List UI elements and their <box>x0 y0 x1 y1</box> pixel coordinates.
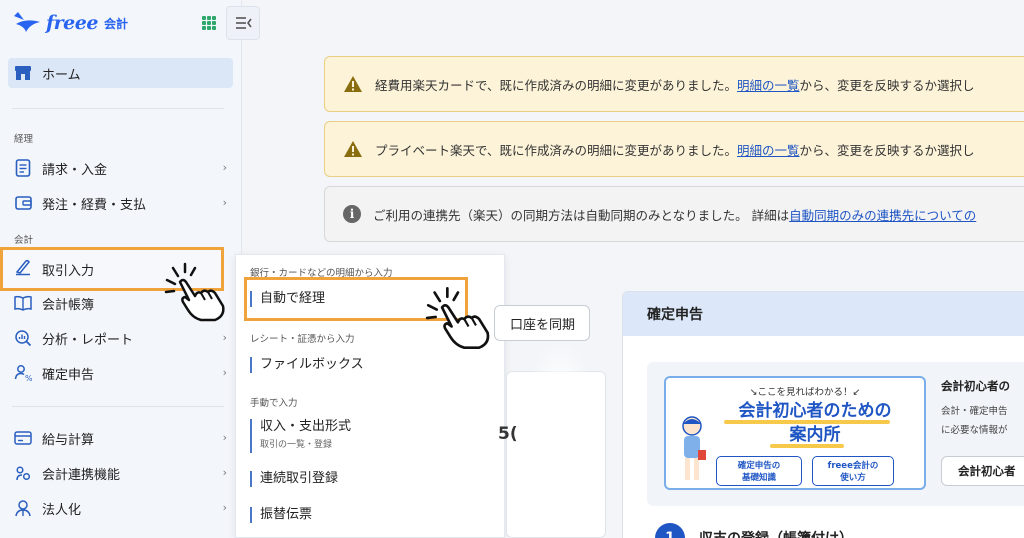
flyout-item-auto[interactable]: 自動で経理 <box>250 291 325 307</box>
beginner-description: 会計・確定申告 に必要な情報が <box>941 406 1008 436</box>
flyout-item-income-label: 収入・支出形式 <box>260 419 352 434</box>
analysis-icon <box>14 329 32 347</box>
sidebar-divider <box>12 406 224 407</box>
sidebar-item-label: 取引入力 <box>42 263 95 279</box>
beginner-guide-button[interactable]: 会計初心者 <box>941 456 1024 486</box>
section-label-kaikei: 会計 <box>14 235 34 246</box>
info-notice: i ご利用の連携先（楽天）の同期方法は自動同期のみとなりました。 詳細は自動同期… <box>324 186 1024 242</box>
banner-underline <box>770 444 844 448</box>
bird-logo-icon <box>14 12 40 32</box>
sidebar-item-label: 会計連携機能 <box>42 467 121 483</box>
sidebar-item-incorporation[interactable]: 法人化 › <box>8 494 233 522</box>
sidebar-item-purchase[interactable]: 発注・経費・支払 › <box>8 189 233 217</box>
card-icon <box>14 429 32 447</box>
wallet-icon <box>14 194 32 212</box>
notice-text: 経費用楽天カードで、既に作成済みの明細に変更がありました。明細の一覧から、変更を… <box>375 77 975 93</box>
sidebar-item-analysis[interactable]: 分析・レポート › <box>8 324 233 352</box>
tax-return-panel: 確定申告 ↘ここを見ればわかる！↙ 会計初心者のための 案内所 確定申告の 基礎… <box>622 291 1024 538</box>
warning-notice: プライベート楽天で、既に作成済みの明細に変更がありました。明細の一覧から、変更を… <box>324 121 1024 177</box>
freee-logo[interactable]: freee 会計 <box>12 10 128 36</box>
tax-basics-button[interactable]: 確定申告の 基礎知識 <box>716 456 802 486</box>
notice-text: プライベート楽天で、既に作成済みの明細に変更がありました。明細の一覧から、変更を… <box>375 142 975 158</box>
logo-word: freee <box>46 12 98 34</box>
flyout-item-filebox[interactable]: ファイルボックス <box>250 357 364 373</box>
sidebar-item-payroll[interactable]: 給与計算 › <box>8 424 233 452</box>
flyout-item-transfer[interactable]: 振替伝票 <box>250 507 312 523</box>
logo-sub: 会計 <box>103 16 128 31</box>
invoice-icon <box>14 159 32 177</box>
chevron-right-icon: › <box>222 161 227 174</box>
beginner-guide-banner[interactable]: ↘ここを見ればわかる！↙ 会計初心者のための 案内所 確定申告の 基礎知識 fr… <box>664 376 926 490</box>
person-yen-icon: % <box>14 364 32 382</box>
summary-amount-fragment: 5( <box>498 424 518 444</box>
sidebar-item-label: 分析・レポート <box>42 332 134 348</box>
step-number-badge: 1 <box>655 523 685 538</box>
banner-title-line2: 案内所 <box>789 425 841 445</box>
chevron-right-icon: › <box>222 331 227 344</box>
sidebar-item-tax-return[interactable]: % 確定申告 › <box>8 359 233 387</box>
beginner-guide-box: ↘ここを見ればわかる！↙ 会計初心者のための 案内所 確定申告の 基礎知識 fr… <box>647 362 1024 506</box>
collapse-menu-icon <box>236 17 252 29</box>
flyout-section-receipt: レシート・証憑から入力 <box>250 334 355 345</box>
notice-text: ご利用の連携先（楽天）の同期方法は自動同期のみとなりました。 詳細は自動同期のみ… <box>373 207 977 223</box>
panel-title: 確定申告 <box>623 292 1024 336</box>
chevron-right-icon: › <box>222 431 227 444</box>
chevron-right-icon: › <box>222 366 227 379</box>
store-icon <box>15 66 31 80</box>
app-grid-icon[interactable] <box>202 16 216 30</box>
freee-howto-button[interactable]: freee会計の 使い方 <box>812 456 894 486</box>
pen-icon <box>14 258 32 280</box>
info-icon: i <box>343 205 361 223</box>
sidebar-item-label: 会計帳簿 <box>42 297 95 313</box>
chevron-right-icon: › <box>222 466 227 479</box>
banner-subtitle: ↘ここを見ればわかる！↙ <box>749 387 861 398</box>
banner-title-line1: 会計初心者のための <box>738 401 892 421</box>
pointing-hand-icon <box>164 262 225 322</box>
sidebar-item-label: 請求・入金 <box>42 162 108 178</box>
step-label: 収支の登録（帳簿付け） <box>699 528 853 538</box>
flyout-section-manual: 手動で入力 <box>250 398 298 409</box>
sidebar-item-label: 発注・経費・支払 <box>42 197 147 213</box>
auto-sync-info-link[interactable]: 自動同期のみの連携先についての <box>789 208 976 223</box>
pointing-hand-icon <box>425 286 490 350</box>
section-label-keiri: 経理 <box>14 134 34 145</box>
person-illustration-icon <box>682 416 706 480</box>
sidebar-item-invoice[interactable]: 請求・入金 › <box>8 154 233 182</box>
sidebar-item-label: 法人化 <box>42 502 82 518</box>
sidebar-item-label: 給与計算 <box>42 432 95 448</box>
sidebar-item-home-label: ホーム <box>42 67 81 83</box>
chevron-right-icon: › <box>222 196 227 209</box>
flyout-item-continuous[interactable]: 連続取引登録 <box>250 471 338 487</box>
statement-list-link[interactable]: 明細の一覧 <box>737 143 800 158</box>
book-icon <box>14 294 32 312</box>
statement-list-link[interactable]: 明細の一覧 <box>737 78 800 93</box>
warning-icon <box>344 76 362 92</box>
sync-accounts-button[interactable]: 口座を同期 <box>494 305 590 341</box>
chevron-right-icon: › <box>222 501 227 514</box>
building-icon <box>14 499 32 517</box>
sidebar-item-home[interactable]: ホーム <box>8 58 233 88</box>
sidebar-collapse-button[interactable] <box>226 6 260 40</box>
svg-text:%: % <box>25 374 32 382</box>
warning-icon <box>344 141 362 157</box>
sidebar-item-label: 確定申告 <box>42 367 95 383</box>
blurred-area <box>520 340 600 538</box>
beginner-title: 会計初心者の <box>941 379 1010 393</box>
warning-notice: 経費用楽天カードで、既に作成済みの明細に変更がありました。明細の一覧から、変更を… <box>324 56 1024 112</box>
link-icon <box>14 464 32 482</box>
sidebar-divider <box>12 108 224 109</box>
flyout-item-income-sub: 取引の一覧・登録 <box>260 440 333 450</box>
sidebar-item-integration[interactable]: 会計連携機能 › <box>8 459 233 487</box>
flyout-item-income-expense[interactable]: 収入・支出形式 取引の一覧・登録 <box>250 419 351 453</box>
